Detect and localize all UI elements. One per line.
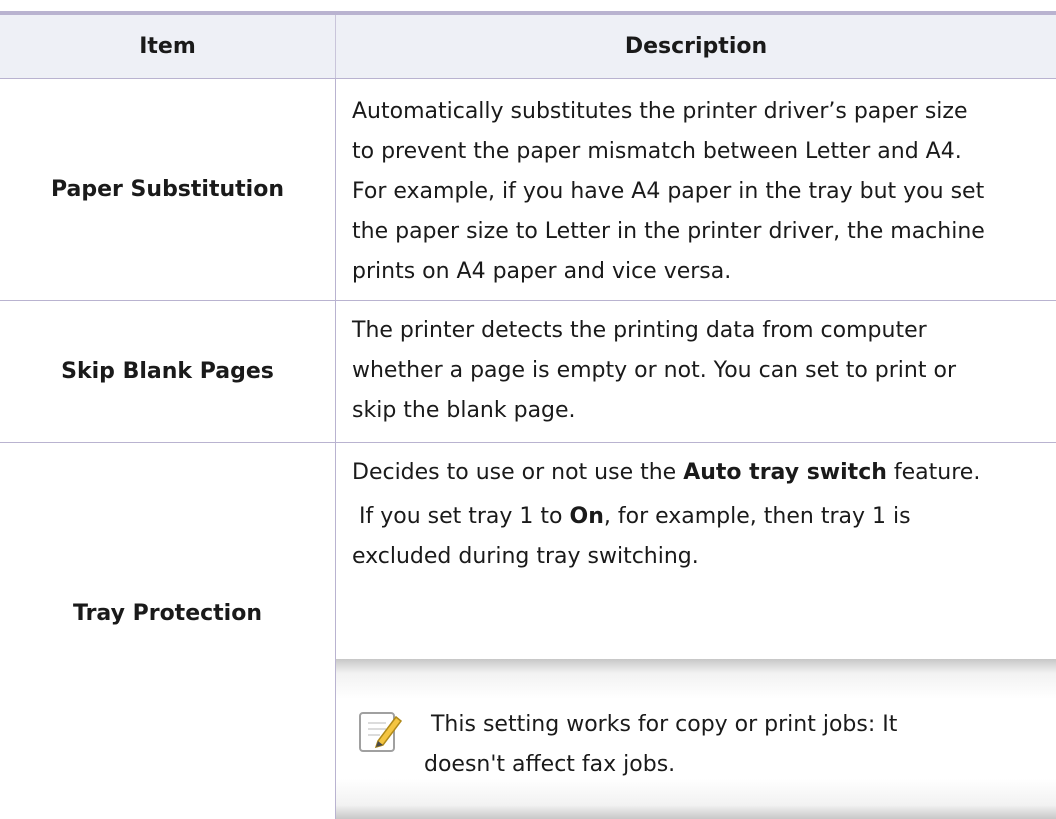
description-paragraph: Decides to use or not use the Auto tray … [352, 453, 1052, 493]
header-description: Description [624, 34, 768, 59]
text-run: Decides to use or not use the [352, 460, 684, 485]
row-item-label: Skip Blank Pages [61, 359, 274, 384]
bold-term: Auto tray switch [683, 460, 887, 485]
table-header: Item Description [0, 15, 1056, 79]
note-line: doesn't affect fax jobs. [424, 752, 676, 777]
row-item-label: Paper Substitution [51, 177, 284, 202]
description-line: skip the blank page. [352, 398, 576, 423]
description-line: excluded during tray switching. [352, 544, 699, 569]
text-run: feature. [886, 460, 981, 485]
note-pencil-icon [356, 709, 404, 757]
row-description: Decides to use or not use the Auto tray … [352, 453, 1052, 577]
bold-term: On [569, 504, 604, 529]
text-run: If you set tray 1 to [352, 504, 570, 529]
note-line: This setting works for copy or print job… [424, 712, 898, 737]
column-divider [335, 301, 336, 442]
description-line: to prevent the paper mismatch between Le… [352, 139, 962, 164]
description-line: For example, if you have A4 paper in the… [352, 179, 985, 204]
description-line: the paper size to Letter in the printer … [352, 219, 985, 244]
row-description: Automatically substitutes the printer dr… [352, 92, 1052, 292]
note-text: This setting works for copy or print job… [424, 705, 984, 785]
table-row: Skip Blank Pages The printer detects the… [0, 301, 1056, 443]
header-item: Item [139, 34, 196, 59]
column-divider [335, 79, 336, 300]
table-row: Tray Protection Decides to use or not us… [0, 443, 1056, 819]
description-line: Automatically substitutes the printer dr… [352, 99, 968, 124]
description-line: prints on A4 paper and vice versa. [352, 259, 732, 284]
description-line: whether a page is empty or not. You can … [352, 358, 956, 383]
note-box: This setting works for copy or print job… [336, 659, 1056, 819]
description-line: The printer detects the printing data fr… [352, 318, 927, 343]
table-row: Paper Substitution Automatically substit… [0, 79, 1056, 301]
row-item-label: Tray Protection [72, 600, 262, 626]
row-description: The printer detects the printing data fr… [352, 311, 1052, 431]
description-paragraph: If you set tray 1 to On, for example, th… [352, 497, 1052, 537]
text-run: , for example, then tray 1 is [603, 504, 911, 529]
